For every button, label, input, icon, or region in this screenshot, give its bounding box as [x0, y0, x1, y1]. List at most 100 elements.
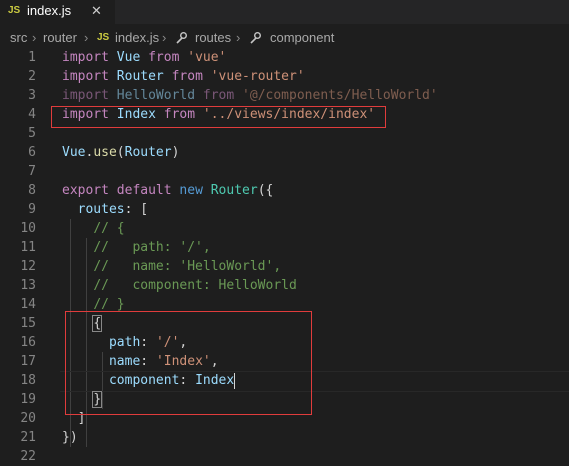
close-icon[interactable]: ✕ [91, 3, 102, 19]
code-token: 'vue-router' [210, 69, 305, 84]
line-number: 2 [28, 69, 36, 84]
tab-label: index.js [27, 3, 72, 18]
js-file-icon: JS [8, 5, 21, 16]
line-number: 20 [20, 411, 36, 426]
code-token: Index [116, 107, 156, 122]
code-text: routes: [ [62, 200, 148, 219]
breadcrumb-item-routes[interactable]: routes [195, 30, 231, 45]
code-line[interactable]: 18 component: Index [0, 371, 569, 390]
code-token: import [62, 50, 109, 65]
line-number: 19 [20, 392, 36, 407]
code-line[interactable]: 3 import HelloWorld from '@/components/He… [0, 86, 569, 105]
chevron-right-icon: › [84, 30, 89, 45]
wrench-icon [176, 32, 187, 44]
code-line[interactable]: 11 // path: '/', [0, 238, 569, 257]
code-line[interactable]: 12 // name: 'HelloWorld', [0, 257, 569, 276]
code-line[interactable]: 15 { [0, 314, 569, 333]
code-text: // { [62, 219, 124, 238]
code-line[interactable]: 16 path: '/', [0, 333, 569, 352]
code-token: component [108, 373, 180, 388]
code-token: // component: HelloWorld [93, 278, 297, 293]
code-text: Vue.use(Router) [62, 143, 179, 162]
code-token: : [179, 373, 196, 388]
code-text: { [62, 314, 103, 333]
breadcrumb-item-component[interactable]: component [270, 30, 334, 45]
breadcrumb-item-src[interactable]: src [10, 30, 27, 45]
tab-bar: JS index.js ✕ [0, 0, 569, 24]
code-text: // } [62, 295, 125, 314]
code-token: import [62, 69, 109, 84]
code-token: from [163, 107, 196, 122]
code-text: ] [62, 409, 86, 428]
code-token: HelloWorld [116, 88, 196, 103]
wrench-icon [250, 32, 261, 44]
code-token: : [140, 335, 156, 350]
code-line[interactable]: 9 routes: [ [0, 200, 569, 219]
breadcrumb-item-router[interactable]: router [43, 30, 77, 45]
code-text: // name: 'HelloWorld', [62, 257, 281, 276]
code-editor[interactable]: 1 import Vue from 'vue' 2 import Router fro… [0, 48, 569, 466]
code-token: from [202, 88, 235, 103]
breadcrumb-item-index-js[interactable]: index.js [115, 30, 159, 45]
code-line[interactable]: 22 [0, 447, 569, 466]
code-line[interactable]: 8 export default new Router({ [0, 181, 569, 200]
code-token: import [62, 88, 109, 103]
code-token: , [210, 354, 219, 369]
code-text: import Router from 'vue-router' [62, 67, 305, 86]
code-line[interactable]: 13 // component: HelloWorld [0, 276, 569, 295]
code-line[interactable]: 6 Vue.use(Router) [0, 143, 569, 162]
code-line[interactable]: 10 // { [0, 219, 569, 238]
code-token: Index [195, 373, 235, 388]
code-line[interactable]: 1 import Vue from 'vue' [0, 48, 569, 67]
code-line[interactable]: 19 } [0, 390, 569, 409]
code-token: '../views/index/index' [202, 107, 376, 122]
code-text: import Vue from 'vue' [62, 48, 226, 67]
code-line[interactable]: 21}) [0, 428, 569, 447]
code-line[interactable]: 7 [0, 162, 569, 181]
line-number: 14 [20, 297, 36, 312]
tab-index-js[interactable]: JS index.js ✕ [0, 0, 115, 24]
code-line[interactable]: 4 import Index from '../views/index/index… [0, 105, 569, 124]
code-text: // path: '/', [62, 238, 211, 257]
code-token: // } [93, 297, 125, 312]
code-text: } [62, 390, 103, 409]
code-line[interactable]: 20 ] [0, 409, 569, 428]
code-token: routes [77, 202, 125, 217]
text-cursor [234, 372, 236, 389]
code-token: { [92, 315, 103, 332]
code-text: // component: HelloWorld [62, 276, 297, 295]
code-line[interactable]: 17 name: 'Index', [0, 352, 569, 371]
code-token: Router [124, 145, 172, 160]
code-token: ) [171, 145, 180, 160]
line-number: 3 [28, 88, 36, 103]
code-token: : [ [124, 202, 149, 217]
code-token: // path: '/', [93, 240, 211, 255]
line-number: 18 [20, 373, 36, 388]
code-line[interactable]: 14 // } [0, 295, 569, 314]
code-token: 'vue' [187, 50, 227, 65]
code-token: ({ [257, 183, 274, 198]
code-token: : [140, 354, 156, 369]
line-number: 7 [28, 164, 36, 179]
code-line[interactable]: 2 import Router from 'vue-router' [0, 67, 569, 86]
line-number: 21 [20, 430, 36, 445]
chevron-right-icon: › [162, 30, 167, 45]
code-line[interactable]: 5 [0, 124, 569, 143]
code-token: }) [62, 430, 78, 445]
